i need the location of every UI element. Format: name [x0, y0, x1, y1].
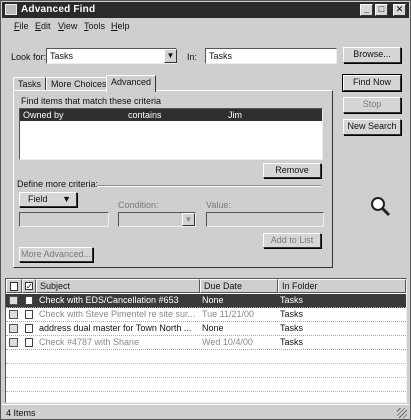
- maximize-button[interactable]: □: [375, 4, 388, 16]
- tab-advanced[interactable]: Advanced: [106, 75, 157, 92]
- tab-tasks[interactable]: Tasks: [13, 77, 47, 91]
- condition-label: Condition:: [118, 200, 159, 210]
- empty-row: [6, 378, 406, 392]
- task-icon: [9, 296, 18, 305]
- field-button[interactable]: Field ▼: [19, 192, 77, 207]
- empty-row: [6, 364, 406, 378]
- menu-file[interactable]: File: [14, 21, 29, 31]
- criteria-field: Owned by: [23, 110, 64, 120]
- check-icon: ✓: [25, 282, 33, 291]
- remove-button[interactable]: Remove: [263, 163, 321, 178]
- header-in-folder[interactable]: In Folder: [278, 279, 406, 293]
- result-folder: Tasks: [280, 323, 304, 333]
- result-subject: address dual master for Town North ...: [39, 323, 192, 333]
- minimize-button[interactable]: _: [360, 4, 373, 16]
- in-folder-field: Tasks: [205, 48, 337, 64]
- criteria-row[interactable]: Owned by contains Jim: [20, 109, 322, 121]
- result-subject: Check #4787 with Shane: [39, 337, 140, 347]
- magnifier-icon: [371, 197, 391, 217]
- complete-checkbox[interactable]: [25, 310, 33, 319]
- result-row[interactable]: Check with EDS/Cancellation #653 None Ta…: [6, 294, 406, 308]
- advanced-find-window: Advanced Find _ □ ✕ File Edit View Tools…: [0, 0, 411, 420]
- stop-button[interactable]: Stop: [343, 97, 401, 113]
- look-for-value: Tasks: [50, 51, 74, 61]
- result-subject: Check with Steve Pimentel re site sur...: [39, 309, 196, 319]
- result-row[interactable]: Check with Steve Pimentel re site sur...…: [6, 308, 406, 322]
- menu-edit[interactable]: Edit: [35, 21, 51, 31]
- task-icon: [9, 310, 18, 319]
- look-for-label: Look for:: [11, 52, 47, 62]
- in-folder-value: Tasks: [209, 51, 233, 61]
- menu-help[interactable]: Help: [111, 21, 130, 31]
- result-due-date: Wed 10/4/00: [202, 337, 253, 347]
- value-input[interactable]: [206, 212, 324, 227]
- criteria-list[interactable]: Owned by contains Jim: [19, 108, 323, 160]
- result-folder: Tasks: [280, 309, 304, 319]
- group-divider: [97, 185, 321, 187]
- in-label: In:: [187, 52, 198, 62]
- chevron-down-icon[interactable]: ▼: [182, 213, 195, 226]
- more-advanced-button[interactable]: More Advanced...: [19, 247, 93, 262]
- chevron-down-icon[interactable]: ▼: [164, 49, 177, 63]
- result-folder: Tasks: [280, 295, 304, 305]
- look-for-select[interactable]: Tasks: [46, 48, 177, 64]
- empty-row: [6, 350, 406, 364]
- header-subject[interactable]: Subject: [36, 279, 200, 293]
- app-icon: [5, 4, 17, 15]
- criteria-condition: contains: [128, 110, 162, 120]
- result-due-date: None: [202, 295, 224, 305]
- tab-more-choices[interactable]: More Choices: [46, 77, 112, 91]
- new-search-button[interactable]: New Search: [343, 119, 401, 135]
- result-row[interactable]: Check #4787 with Shane Wed 10/4/00 Tasks: [6, 336, 406, 350]
- menu-bar: File Edit View Tools Help: [2, 19, 409, 34]
- results-header: ✓ Subject Due Date In Folder: [6, 279, 406, 293]
- add-to-list-button[interactable]: Add to List: [263, 233, 321, 248]
- header-icon-column[interactable]: [6, 279, 22, 293]
- result-due-date: None: [202, 323, 224, 333]
- header-due-date[interactable]: Due Date: [200, 279, 278, 293]
- field-name-input[interactable]: [19, 212, 109, 227]
- find-now-button[interactable]: Find Now: [342, 74, 402, 92]
- define-more-label: Define more criteria:: [17, 179, 99, 189]
- find-items-label: Find items that match these criteria: [21, 96, 162, 106]
- results-list[interactable]: ✓ Subject Due Date In Folder Check with …: [5, 278, 407, 403]
- menu-view[interactable]: View: [58, 21, 77, 31]
- result-folder: Tasks: [280, 337, 304, 347]
- complete-checkbox[interactable]: [25, 324, 33, 333]
- result-subject: Check with EDS/Cancellation #653: [39, 295, 179, 305]
- task-icon: [9, 338, 18, 347]
- field-button-label: Field: [28, 194, 48, 204]
- task-icon: [9, 324, 18, 333]
- result-row[interactable]: address dual master for Town North ... N…: [6, 322, 406, 336]
- title-bar[interactable]: Advanced Find _ □ ✕: [2, 2, 409, 18]
- page-icon: [10, 282, 18, 291]
- value-label: Value:: [206, 200, 231, 210]
- criteria-value: Jim: [228, 110, 242, 120]
- header-complete-column[interactable]: ✓: [22, 279, 36, 293]
- item-count: 4 Items: [6, 408, 36, 418]
- chevron-down-icon: ▼: [62, 194, 71, 204]
- complete-checkbox[interactable]: [25, 296, 33, 305]
- menu-tools[interactable]: Tools: [84, 21, 105, 31]
- browse-button[interactable]: Browse...: [343, 47, 401, 63]
- window-title: Advanced Find: [21, 4, 96, 15]
- resize-grip[interactable]: [397, 408, 407, 418]
- status-bar: 4 Items: [2, 404, 409, 419]
- result-due-date: Tue 11/21/00: [202, 309, 255, 319]
- close-button[interactable]: ✕: [393, 4, 406, 16]
- complete-checkbox[interactable]: [25, 338, 33, 347]
